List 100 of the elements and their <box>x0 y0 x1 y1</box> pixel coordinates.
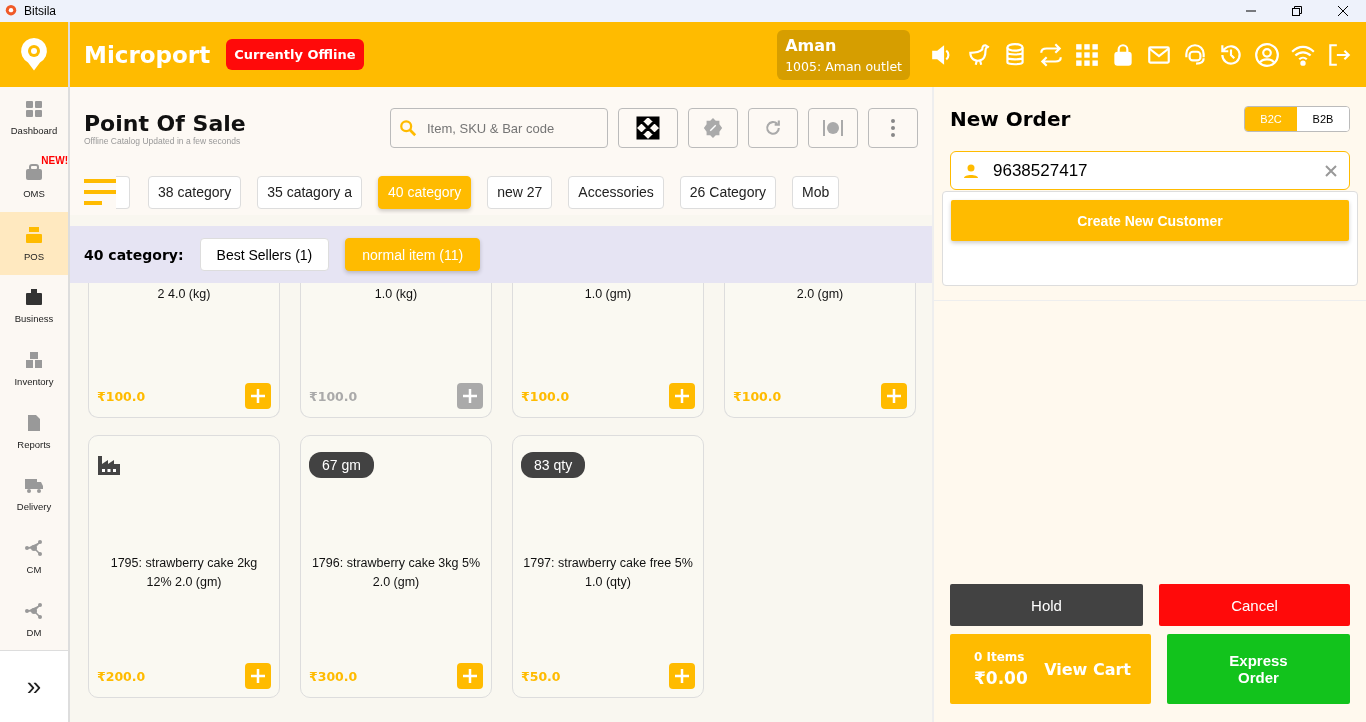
user-icon[interactable] <box>1254 41 1280 68</box>
product-card[interactable]: 2.0 (gm) ₹100.0 <box>724 283 916 418</box>
window-title: Bitsila <box>24 4 56 18</box>
grid-icon <box>24 99 44 120</box>
refresh-icon <box>763 118 783 138</box>
support-icon[interactable] <box>1182 41 1208 68</box>
stock-badge: 67 gm <box>309 452 374 478</box>
plus-icon <box>462 388 478 404</box>
cart-item-count: 0 Items <box>974 650 1026 664</box>
swap-icon[interactable] <box>1038 41 1064 68</box>
expand-button[interactable]: » <box>0 650 68 722</box>
network-icon <box>24 600 44 621</box>
add-button[interactable] <box>669 663 695 689</box>
fullscreen-button[interactable] <box>618 108 678 148</box>
dining-button[interactable] <box>808 108 858 148</box>
view-cart-label: View Cart <box>1044 659 1131 679</box>
bird-icon[interactable] <box>966 41 992 68</box>
add-button[interactable] <box>669 383 695 409</box>
status-badge: Currently Offline <box>226 39 364 70</box>
product-card[interactable]: 1.0 (gm) ₹100.0 <box>512 283 704 418</box>
category-label: 40 category: <box>84 246 184 263</box>
category-tab[interactable]: Mob <box>792 175 840 209</box>
subcategory-tab[interactable]: Best Sellers (1) <box>199 238 330 271</box>
close-icon[interactable] <box>1338 6 1348 16</box>
bag-icon <box>24 162 44 183</box>
plus-icon <box>674 388 690 404</box>
category-tab[interactable]: 26 Category <box>679 175 777 209</box>
sidebar-label: POS <box>23 250 45 262</box>
discount-icon <box>702 117 724 139</box>
sidebar-item[interactable]: NEW! OMS <box>0 149 68 212</box>
sidebar-label: Delivery <box>16 501 52 513</box>
outlet-name: 1005: Aman outlet <box>785 58 902 74</box>
product-card[interactable]: 1795: strawberry cake 2kg 12% 2.0 (gm) ₹200.0 <box>88 435 280 698</box>
product-price: ₹100.0 <box>733 388 782 404</box>
product-price: ₹50.0 <box>521 668 561 684</box>
add-button[interactable] <box>245 383 271 409</box>
category-tab[interactable]: 35 catagory a <box>257 175 362 209</box>
product-name: 2.0 (gm) <box>796 286 844 303</box>
add-button[interactable] <box>881 383 907 409</box>
product-price: ₹300.0 <box>309 668 358 684</box>
search-field[interactable]: Item, SKU & Bar code <box>390 108 608 148</box>
product-card[interactable]: 2 4.0 (kg) ₹100.0 <box>88 283 280 418</box>
category-tab[interactable]: new 27 <box>487 175 553 209</box>
product-price: ₹100.0 <box>309 388 358 404</box>
page-title: Point Of Sale <box>84 110 246 136</box>
product-name: 1797: strawberry cake free 5% 1.0 (qty) <box>522 554 694 591</box>
order-title: New Order <box>950 107 1071 131</box>
category-tab[interactable]: Accessories <box>568 175 664 209</box>
brand-name: Microport <box>84 41 211 68</box>
clear-icon[interactable] <box>1325 164 1337 177</box>
discount-button[interactable] <box>688 108 738 148</box>
product-card[interactable]: 1.0 (kg) ₹100.0 <box>300 283 492 418</box>
refresh-button[interactable] <box>748 108 798 148</box>
sidebar-item[interactable]: Dashboard <box>0 86 68 150</box>
person-icon <box>963 162 979 179</box>
briefcase-icon <box>24 287 44 308</box>
add-button[interactable] <box>457 383 483 409</box>
sidebar-item[interactable]: Inventory <box>0 337 68 400</box>
cancel-button[interactable]: Cancel <box>1159 584 1350 626</box>
restore-icon[interactable] <box>1292 6 1302 16</box>
register-icon <box>24 224 44 245</box>
customer-input[interactable]: 9638527417 <box>991 159 1313 182</box>
product-name: 1.0 (kg) <box>374 286 418 303</box>
sidebar-item[interactable]: Business <box>0 274 68 338</box>
new-label: NEW! <box>41 155 68 167</box>
more-button[interactable] <box>868 108 918 148</box>
search-input[interactable]: Item, SKU & Bar code <box>425 119 589 137</box>
hold-button[interactable]: Hold <box>950 584 1143 626</box>
sidebar-item[interactable]: Reports <box>0 399 68 463</box>
sidebar-item[interactable]: Delivery <box>0 462 68 526</box>
sidebar-label: Inventory <box>14 376 54 387</box>
product-name: 1795: strawberry cake 2kg 12% 2.0 (gm) <box>109 554 259 591</box>
category-tab[interactable]: 38 category <box>148 175 242 209</box>
sidebar-item[interactable]: DM <box>0 587 68 651</box>
stock-badge: 83 qty <box>521 452 586 478</box>
logo-icon <box>19 36 49 73</box>
product-price: ₹200.0 <box>97 668 146 684</box>
menu-icon[interactable] <box>84 176 116 208</box>
sidebar-label: Dashboard <box>10 125 58 137</box>
customer-field[interactable]: 9638527417 <box>950 151 1350 190</box>
expand-arrows-icon <box>636 116 660 140</box>
sidebar-item[interactable]: CM <box>0 525 68 588</box>
more-icon <box>891 119 895 137</box>
add-button[interactable] <box>457 663 483 689</box>
sidebar-label: CM <box>26 563 42 575</box>
sidebar-label: Business <box>14 313 54 325</box>
user-name: Aman <box>785 35 838 55</box>
product-price: ₹100.0 <box>97 388 146 404</box>
add-button[interactable] <box>245 663 271 689</box>
product-name: 2 4.0 (kg) <box>157 286 211 303</box>
logout-icon[interactable] <box>1326 41 1352 68</box>
network-icon <box>24 537 44 558</box>
sidebar-item[interactable]: POS <box>0 211 68 275</box>
apps-icon[interactable] <box>1074 41 1100 68</box>
plus-icon <box>250 388 266 404</box>
product-card[interactable]: 67 gm 1796: strawberry cake 3kg 5% 2.0 (gm) ₹300.0 <box>300 435 492 698</box>
product-card[interactable]: 83 qty 1797: strawberry cake free 5% 1.0 (qty) ₹50.0 <box>512 435 704 698</box>
cart-total: ₹0.00 <box>974 668 1028 688</box>
product-price: ₹100.0 <box>521 388 570 404</box>
mode-tab[interactable]: B2B <box>1297 107 1349 131</box>
